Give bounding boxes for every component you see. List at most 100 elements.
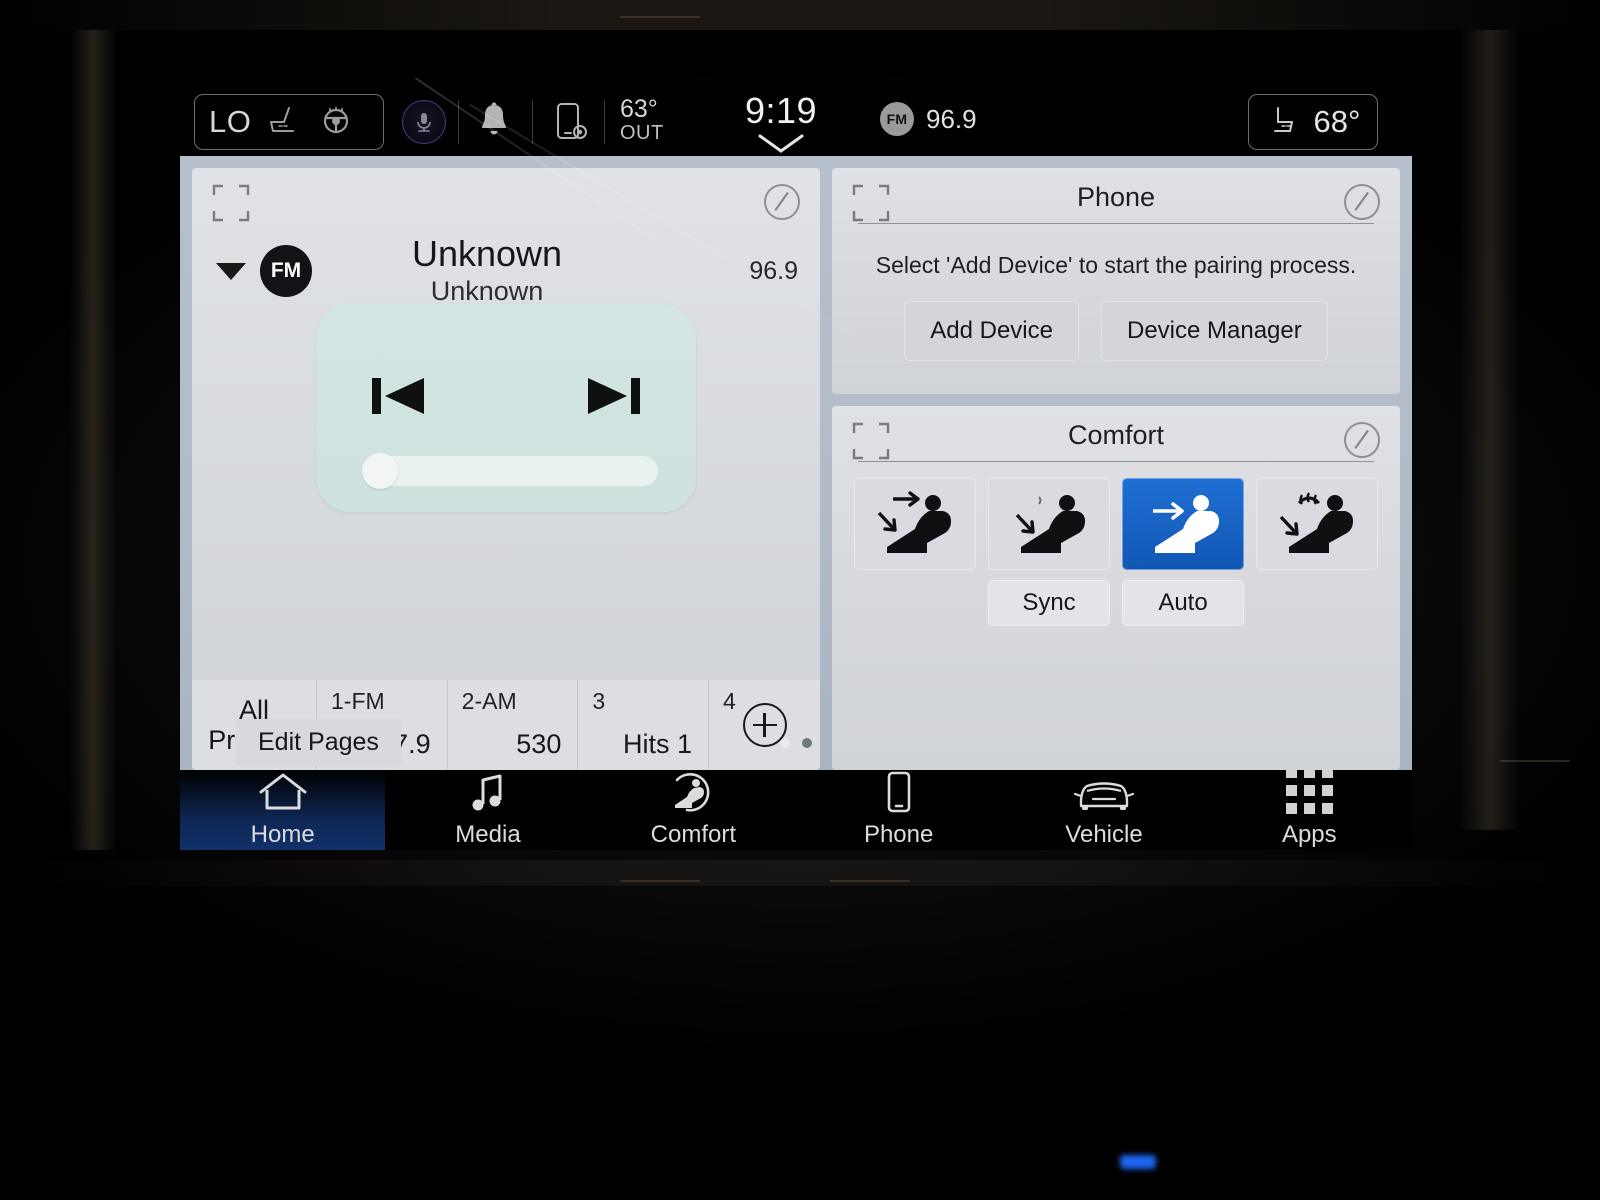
phone-card-title: Phone (1076, 182, 1156, 212)
phone-card[interactable]: Phone Select 'Add Device' to start the p… (832, 168, 1400, 394)
bottom-nav-bar: Home Media Comfort Phone Vehicle Apps (180, 766, 1412, 850)
media-header: FM Unknown Unknown 96.9 (192, 168, 820, 306)
media-frequency: 96.9 (749, 256, 798, 285)
nav-item-comfort[interactable]: Comfort (591, 770, 796, 850)
nav-label-home: Home (250, 820, 315, 848)
notification-bell-icon[interactable] (476, 100, 512, 142)
status-bar: LO 63° OUT 9:19 FM 96.9 68° (180, 78, 1412, 156)
track-info: Unknown Unknown (286, 232, 688, 308)
phone-pairing-message: Select 'Add Device' to start the pairing… (875, 252, 1357, 278)
passenger-temp-value: 68° (1313, 104, 1361, 139)
card-divider (858, 223, 1374, 224)
climate-quick-control[interactable]: LO (194, 94, 384, 150)
trim-accent (1500, 760, 1570, 762)
status-divider (532, 100, 533, 144)
home-right-column: Phone Select 'Add Device' to start the p… (832, 168, 1400, 770)
sync-button[interactable]: Sync (988, 580, 1110, 626)
trim-accent (620, 16, 700, 18)
auto-button[interactable]: Auto (1122, 580, 1244, 626)
nav-label-vehicle: Vehicle (1065, 820, 1143, 848)
radio-frequency: 96.9 (926, 103, 977, 134)
media-control-card (316, 304, 696, 512)
clock-time: 9:19 (745, 90, 818, 131)
page-indicator[interactable] (780, 738, 812, 748)
slider-thumb[interactable] (362, 453, 398, 489)
comfort-toggle-row: Sync Auto (832, 580, 1400, 626)
expand-card-icon[interactable] (850, 420, 892, 467)
band-chip: FM (880, 102, 914, 136)
preset-1-number: 1-FM (331, 688, 385, 714)
ambient-led (1120, 1155, 1156, 1169)
row-spacer (1256, 580, 1378, 626)
comfort-seat-icon (669, 772, 717, 814)
nav-item-media[interactable]: Media (385, 770, 590, 850)
album-art-area (192, 300, 820, 680)
add-device-button[interactable]: Add Device (904, 301, 1079, 361)
nav-item-home[interactable]: Home (180, 770, 386, 850)
status-divider (458, 100, 459, 144)
seat-heat-icon[interactable] (265, 105, 305, 140)
skip-next-icon[interactable] (584, 370, 642, 427)
card-divider (858, 461, 1374, 462)
airflow-face-button[interactable] (1122, 478, 1244, 570)
airflow-defrost-and-feet-button[interactable] (1256, 478, 1378, 570)
page-dot-1[interactable] (780, 738, 790, 748)
device-settings-icon[interactable] (552, 100, 592, 144)
outside-temp-value: 63° (620, 95, 658, 123)
preset-4-number: 4 (723, 688, 736, 714)
device-manager-button[interactable]: Device Manager (1100, 301, 1328, 361)
edit-pencil-icon[interactable] (1340, 418, 1384, 467)
phone-actions: Add Device Device Manager (832, 301, 1400, 361)
preset-3-number: 3 (592, 688, 606, 714)
nav-item-phone[interactable]: Phone (796, 770, 1001, 850)
row-spacer (854, 580, 976, 626)
expand-card-icon[interactable] (850, 182, 892, 229)
outside-temperature: 63° OUT (620, 96, 664, 145)
home-footer: Edit Pages (180, 714, 1412, 770)
trim-accent (620, 880, 700, 882)
trim-accent (830, 880, 910, 882)
bezel-right (1460, 30, 1520, 830)
comfort-card-title: Comfort (1067, 420, 1165, 450)
nav-label-phone: Phone (863, 820, 934, 848)
track-title: Unknown (411, 232, 563, 274)
seat-icon (1266, 104, 1302, 141)
track-artist: Unknown (430, 276, 544, 307)
home-icon (257, 772, 309, 814)
skip-previous-icon[interactable] (370, 370, 428, 427)
airflow-face-and-feet-button[interactable] (854, 478, 976, 570)
nav-item-apps[interactable]: Apps (1207, 766, 1412, 850)
steering-wheel-heat-icon[interactable] (319, 105, 353, 140)
status-divider (604, 100, 605, 144)
apps-grid-icon (1285, 766, 1333, 814)
bezel-left (70, 30, 116, 850)
voice-assistant-icon[interactable] (402, 100, 446, 144)
airflow-feet-button[interactable] (988, 478, 1110, 570)
edit-pages-button[interactable]: Edit Pages (236, 718, 401, 766)
progress-slider[interactable] (362, 453, 658, 489)
music-note-icon (467, 772, 509, 814)
bezel-bottom (0, 860, 1600, 886)
preset-2-number: 2-AM (461, 688, 517, 714)
now-playing-status[interactable]: FM 96.9 (880, 102, 977, 136)
clock-and-expander[interactable]: 9:19 (745, 90, 817, 156)
airflow-mode-row (832, 478, 1400, 570)
nav-label-comfort: Comfort (650, 820, 736, 848)
climate-level-label: LO (209, 104, 252, 139)
bezel-top (0, 0, 1600, 30)
infotainment-screen: LO 63° OUT 9:19 FM 96.9 68° FM Unknown U… (180, 78, 1412, 850)
source-caret-icon[interactable] (216, 262, 246, 280)
nav-label-apps: Apps (1281, 820, 1337, 848)
car-icon (1073, 772, 1135, 814)
edit-pencil-icon[interactable] (1340, 180, 1384, 229)
page-dot-2[interactable] (802, 738, 812, 748)
home-screen: FM Unknown Unknown 96.9 All 1-FM 87.9 2-… (180, 156, 1412, 770)
media-card[interactable]: FM Unknown Unknown 96.9 All 1-FM 87.9 2-… (192, 168, 820, 770)
phone-icon (883, 771, 915, 814)
passenger-temperature-control[interactable]: 68° (1248, 94, 1378, 150)
nav-item-vehicle[interactable]: Vehicle (1001, 770, 1206, 850)
nav-label-media: Media (455, 820, 521, 848)
chevron-down-icon[interactable] (754, 132, 808, 156)
outside-temp-label: OUT (620, 122, 664, 144)
home-left-column: FM Unknown Unknown 96.9 All 1-FM 87.9 2-… (192, 168, 820, 770)
